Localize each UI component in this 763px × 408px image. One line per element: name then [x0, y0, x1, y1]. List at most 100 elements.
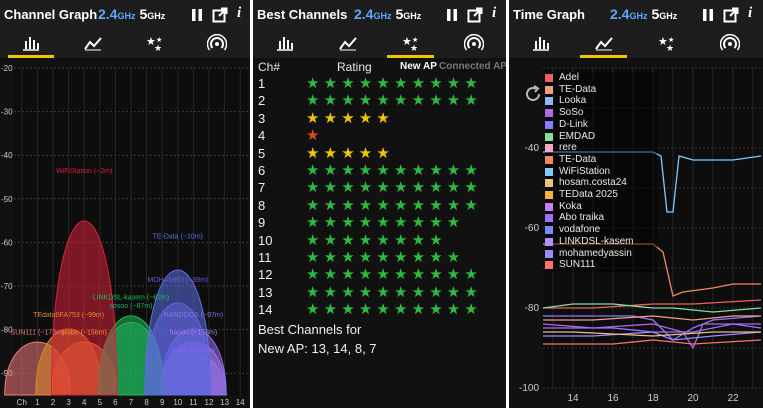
x-tick-label: Ch: [17, 398, 27, 407]
open-external-icon[interactable]: [467, 7, 483, 23]
svg-text:★: ★: [154, 43, 162, 52]
star-icon: ★: [306, 162, 320, 179]
tab-best-channels[interactable]: ★ ★ ★: [379, 30, 442, 58]
info-icon[interactable]: i: [748, 5, 752, 22]
star-icon: ★: [306, 75, 320, 92]
star-icon: ★: [394, 75, 408, 92]
legend-entry: SUN111: [545, 259, 655, 272]
star-icon: ★: [341, 214, 355, 232]
y-tick-label: -40: [525, 143, 540, 154]
band-selector[interactable]: 2.4GHz 5GHz: [354, 6, 421, 22]
info-icon[interactable]: i: [492, 5, 496, 22]
star-icon: ★: [411, 196, 426, 214]
star-icon: ★: [341, 231, 355, 249]
star-icon: ★: [358, 249, 373, 266]
x-tick-label: 4: [82, 398, 87, 407]
network-label: stabo (~156m): [62, 329, 107, 336]
tab-access-points[interactable]: [698, 30, 761, 58]
star-icon: ★: [411, 75, 426, 92]
star-icon: ★: [358, 179, 373, 197]
star-icon: ★: [394, 92, 408, 110]
band-5-label[interactable]: 5GHz: [139, 6, 165, 22]
rating-row: 14 ★ ★ ★ ★ ★ ★ ★ ★ ★ ★: [253, 302, 506, 318]
x-tick-label: 10: [173, 398, 182, 407]
star-icon: ★: [429, 162, 443, 179]
star-icon: ★: [341, 301, 355, 319]
y-tick-label: -60: [1, 238, 13, 247]
legend-label: SUN111: [559, 259, 596, 271]
tab-channel-graph[interactable]: [253, 30, 316, 58]
star-icon: ★: [429, 214, 443, 232]
band-5-label[interactable]: 5GHz: [651, 6, 677, 22]
svg-text:★: ★: [666, 43, 674, 52]
band-5-label[interactable]: 5GHz: [395, 6, 421, 22]
star-icon: ★: [306, 144, 320, 162]
star-icon: ★: [411, 283, 426, 301]
star-icon: ★: [323, 214, 338, 232]
star-icon: ★: [376, 162, 390, 179]
tab-channel-graph[interactable]: [509, 30, 572, 58]
band-24-label[interactable]: 2.4GHz: [354, 6, 391, 22]
star-icon: ★: [358, 214, 373, 232]
rating-row: 4 ★: [253, 128, 506, 144]
stars-icon: ★★★: [146, 36, 162, 52]
band-24-label[interactable]: 2.4GHz: [98, 6, 135, 22]
tab-new-ap[interactable]: New AP: [400, 61, 437, 72]
star-icon: ★: [323, 162, 338, 179]
info-icon[interactable]: i: [237, 5, 241, 22]
rating-row: 12 ★ ★ ★ ★ ★ ★ ★ ★ ★ ★: [253, 267, 506, 283]
tab-time-graph[interactable]: [62, 30, 124, 58]
star-icon: ★: [394, 283, 408, 301]
refresh-icon[interactable]: [523, 84, 543, 104]
rating-row: 6 ★ ★ ★ ★ ★ ★ ★ ★ ★ ★: [253, 163, 506, 179]
tab-time-graph[interactable]: [572, 30, 635, 58]
svg-text:★: ★: [668, 36, 674, 44]
tab-best-channels[interactable]: ★ ★ ★: [124, 30, 186, 58]
tab-access-points[interactable]: [186, 30, 248, 58]
star-icon: ★: [306, 266, 320, 284]
network-label: haoon (~173m): [170, 329, 218, 336]
star-icon: ★: [341, 92, 355, 110]
tab-access-points[interactable]: [442, 30, 505, 58]
star-icon: ★: [446, 92, 461, 110]
star-icon: ★: [429, 231, 443, 249]
tab-best-channels[interactable]: ★ ★ ★: [635, 30, 698, 58]
band-selector[interactable]: 2.4GHz 5GHz: [98, 6, 165, 22]
star-icon: ★: [306, 92, 320, 110]
channel-number: 3: [258, 110, 266, 126]
star-icon: ★: [358, 75, 373, 92]
pause-icon[interactable]: [445, 7, 459, 23]
star-icon: ★: [446, 283, 461, 301]
band-24-label[interactable]: 2.4GHz: [610, 6, 647, 22]
legend-swatch: [545, 120, 553, 129]
star-icon: ★: [394, 214, 408, 232]
band-selector[interactable]: 2.4GHz 5GHz: [610, 6, 677, 22]
channel-number: 9: [258, 215, 266, 231]
tab-connected-ap[interactable]: Connected AP: [439, 61, 506, 72]
star-icon: ★: [376, 301, 390, 319]
rating-row: 8 ★ ★ ★ ★ ★ ★ ★ ★ ★ ★: [253, 198, 506, 214]
star-icon: ★: [306, 283, 320, 301]
star-icon: ★: [306, 127, 320, 145]
star-icon: ★: [394, 196, 408, 214]
channel-number: 14: [258, 302, 273, 318]
open-external-icon[interactable]: [212, 7, 228, 23]
screen-title: Best Channels: [257, 7, 348, 22]
legend-label: mohamedyassin: [559, 247, 632, 259]
tab-time-graph[interactable]: [316, 30, 379, 58]
star-icon: ★: [411, 162, 426, 179]
header: Time Graph 2.4GHz 5GHz i: [509, 0, 763, 30]
star-icon: ★: [323, 196, 338, 214]
tab-channel-graph[interactable]: [0, 30, 62, 58]
x-tick-label: 1: [35, 398, 40, 407]
open-external-icon[interactable]: [723, 7, 739, 23]
pause-icon[interactable]: [701, 7, 715, 23]
channel-number: 5: [258, 145, 266, 161]
header: Best Channels 2.4GHz 5GHz i: [253, 0, 506, 30]
star-icon: ★: [341, 109, 355, 127]
y-tick-label: -60: [525, 223, 540, 234]
svg-text:★: ★: [156, 36, 162, 44]
pause-icon[interactable]: [190, 7, 204, 23]
legend-swatch: [545, 109, 553, 118]
bar-chart-icon: [532, 37, 549, 51]
